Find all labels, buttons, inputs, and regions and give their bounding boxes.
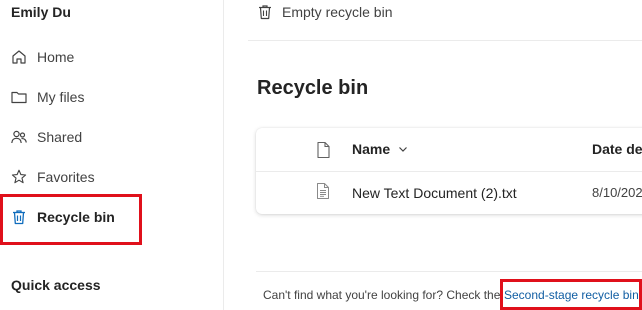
onedrive-window: Emily Du Home My files Shared Favorites … <box>0 0 642 310</box>
people-icon <box>10 128 28 146</box>
command-bar: Empty recycle bin <box>248 0 642 41</box>
footer: Can't find what you're looking for? Chec… <box>256 271 642 310</box>
chevron-down-icon <box>398 144 408 154</box>
sidebar-item-label: Favorites <box>37 169 95 185</box>
sidebar-item-home[interactable]: Home <box>0 37 224 77</box>
page-title: Recycle bin <box>257 77 369 99</box>
sidebar-item-label: My files <box>37 89 85 105</box>
empty-recycle-bin-button[interactable]: Empty recycle bin <box>256 1 392 23</box>
star-icon <box>10 168 28 186</box>
sidebar-item-favorites[interactable]: Favorites <box>0 157 224 197</box>
file-table: Name Date de New Text Document (2).txt 8… <box>256 128 642 214</box>
column-header-name[interactable]: Name <box>352 141 408 157</box>
sidebar-item-label: Shared <box>37 129 83 145</box>
folder-icon <box>10 88 28 106</box>
sidebar-item-recycle-bin[interactable]: Recycle bin <box>0 197 224 237</box>
sidebar-item-my-files[interactable]: My files <box>0 77 224 117</box>
text-file-icon <box>316 182 330 200</box>
trash-icon <box>256 3 274 21</box>
trash-icon <box>10 208 28 226</box>
sidebar-item-label: Recycle bin <box>37 209 115 225</box>
file-date-deleted: 8/10/2023 <box>592 185 642 200</box>
file-type-header-icon[interactable] <box>316 141 331 159</box>
table-row[interactable]: New Text Document (2).txt 8/10/2023 <box>256 172 642 214</box>
quick-access-heading: Quick access <box>11 277 101 293</box>
user-name: Emily Du <box>11 4 71 20</box>
column-header-date[interactable]: Date de <box>592 141 642 157</box>
file-name[interactable]: New Text Document (2).txt <box>352 185 517 201</box>
footer-text: Can't find what you're looking for? Chec… <box>263 288 501 302</box>
sidebar-item-label: Home <box>37 49 75 65</box>
table-header: Name Date de <box>256 128 642 172</box>
empty-recycle-bin-label: Empty recycle bin <box>282 4 393 20</box>
second-stage-recycle-bin-link[interactable]: Second-stage recycle bin <box>504 288 639 302</box>
home-icon <box>10 48 28 66</box>
sidebar: Emily Du Home My files Shared Favorites … <box>0 0 224 310</box>
sidebar-item-shared[interactable]: Shared <box>0 117 224 157</box>
main-content: Empty recycle bin Recycle bin Name Date … <box>248 0 642 310</box>
column-header-name-label: Name <box>352 141 391 157</box>
